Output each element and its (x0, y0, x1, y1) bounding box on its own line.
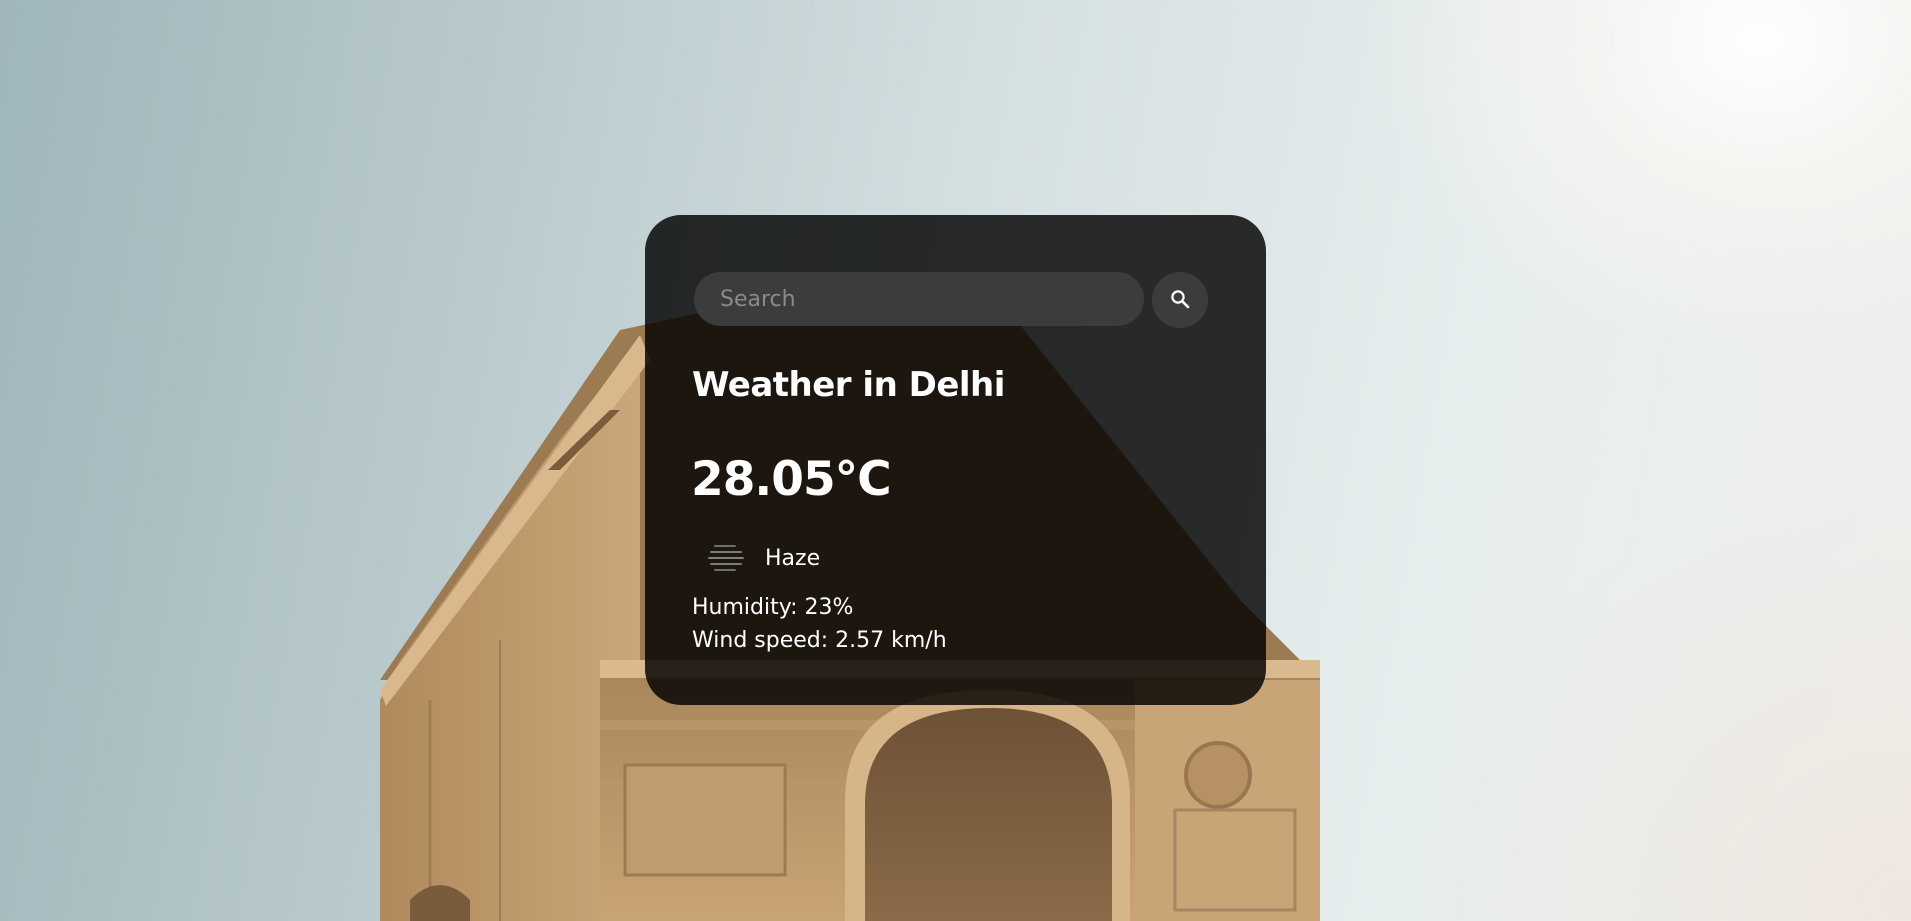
search-bar (694, 272, 1254, 328)
humidity-text: Humidity: 23% (692, 595, 854, 620)
search-button[interactable] (1152, 272, 1208, 328)
haze-icon (708, 545, 744, 571)
weather-condition: Haze (765, 546, 821, 571)
wind-speed-text: Wind speed: 2.57 km/h (692, 628, 947, 653)
search-input[interactable] (694, 272, 1144, 326)
search-icon (1171, 290, 1190, 309)
weather-card: Weather in Delhi 28.05°C Haze Humidity: … (645, 215, 1266, 705)
city-title: Weather in Delhi (692, 365, 1005, 405)
temperature: 28.05°C (691, 452, 892, 507)
